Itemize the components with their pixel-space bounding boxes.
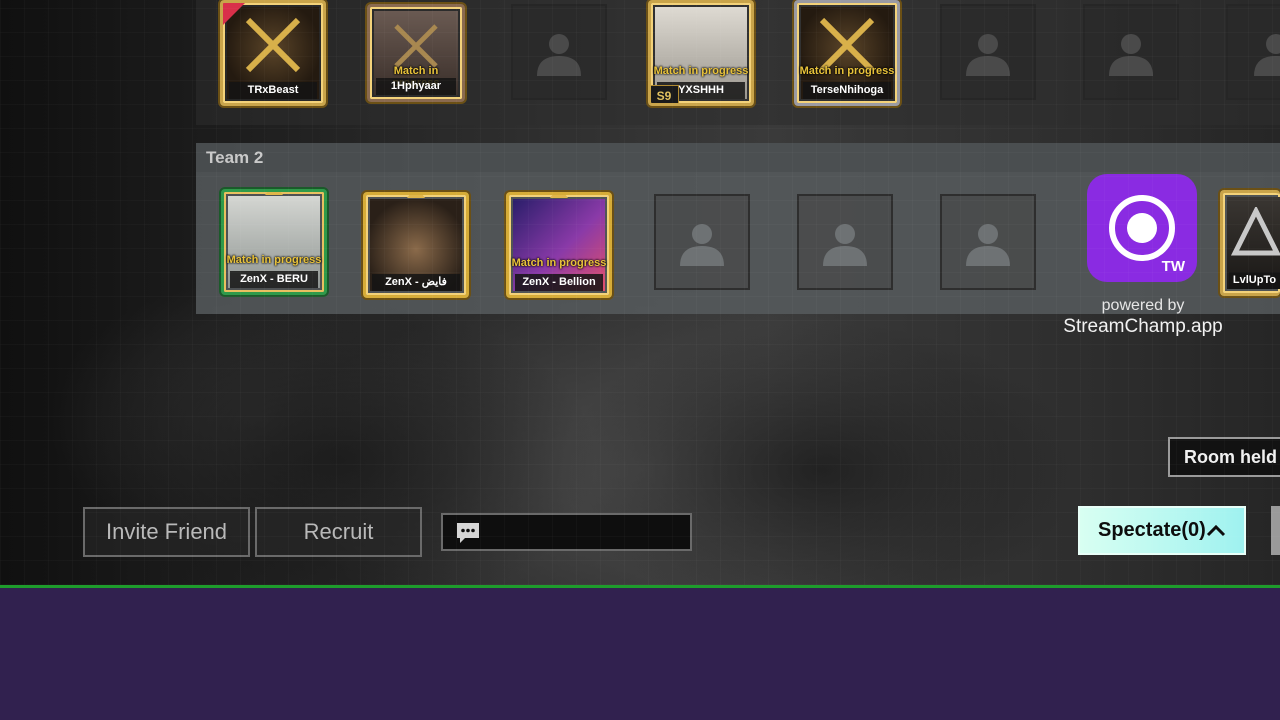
player-name: ZenX - فایض	[372, 274, 460, 291]
person-placeholder-icon	[680, 224, 724, 266]
rank-crest	[265, 192, 283, 195]
player-avatar-team2-3[interactable]: Match in progress ZenX - Bellion	[506, 192, 612, 298]
tier-badge: S9	[651, 85, 679, 103]
empty-slot[interactable]	[1083, 4, 1179, 100]
empty-slot[interactable]	[654, 194, 750, 290]
spectate-label: Spectate(0)	[1098, 519, 1206, 541]
player-name: 1Hphyaar	[376, 78, 456, 95]
person-placeholder-icon	[823, 224, 867, 266]
person-placeholder-icon	[1109, 34, 1153, 76]
player-avatar-team2-2[interactable]: ZenX - فایض	[363, 192, 469, 298]
player-status: Match in progress	[226, 254, 322, 266]
player-status: Match in progress	[653, 65, 749, 77]
empty-slot[interactable]	[511, 4, 607, 100]
crossed-swords-icon	[245, 17, 301, 73]
player-avatar-team1-1[interactable]: TRxBeast	[220, 0, 326, 106]
invite-friend-button[interactable]: Invite Friend	[83, 507, 250, 557]
game-lobby-screen: TRxBeast Match in progress 1Hphyaar Matc…	[0, 0, 1280, 585]
powered-by-text: powered by	[1101, 297, 1185, 314]
empty-slot[interactable]	[797, 194, 893, 290]
player-avatar-team1-2[interactable]: Match in progress 1Hphyaar	[367, 4, 465, 102]
chat-icon	[457, 523, 479, 543]
rank-crest	[550, 195, 568, 198]
player-name: ZenX - Bellion	[515, 274, 603, 291]
empty-slot[interactable]	[940, 4, 1036, 100]
player-avatar-team1-3[interactable]: Match in progress YXSHHH S9	[648, 0, 754, 106]
player-avatar-team1-4[interactable]: Match in progress TerseNhihoga	[794, 0, 900, 106]
player-name: TerseNhihoga	[803, 82, 891, 99]
partial-button[interactable]	[1271, 506, 1280, 555]
player-status: Match in progress	[511, 257, 607, 269]
room-held-notice: Room held fo	[1168, 437, 1280, 477]
team2-title: Team 2	[206, 148, 264, 167]
chat-input[interactable]	[441, 513, 692, 551]
player-avatar-team2-1[interactable]: Match in progress ZenX - BERU	[221, 189, 327, 295]
triangle-emblem-icon	[1231, 207, 1280, 256]
player-name: TRxBeast	[229, 82, 317, 99]
record-icon	[1109, 195, 1175, 261]
recruit-button[interactable]: Recruit	[255, 507, 422, 557]
person-placeholder-icon	[537, 34, 581, 76]
logo-text: TW	[1161, 258, 1185, 275]
spectate-button[interactable]: Spectate(0)	[1078, 506, 1246, 555]
team2-header: Team 2	[196, 143, 1280, 172]
person-placeholder-icon	[966, 34, 1010, 76]
player-name: LvlUpTo	[1229, 272, 1280, 289]
empty-slot[interactable]	[940, 194, 1036, 290]
powered-by-site: StreamChamp.app	[1063, 316, 1223, 337]
player-status: Match in progress	[799, 65, 895, 77]
player-name: ZenX - BERU	[230, 271, 318, 288]
player-avatar-team2-4[interactable]: LvlUpTo	[1220, 190, 1280, 296]
streamchamp-logo: TW	[1087, 174, 1197, 282]
stream-overlay-bar	[0, 585, 1280, 720]
rank-crest	[407, 195, 425, 198]
chevron-up-icon	[1206, 525, 1226, 537]
person-placeholder-icon	[966, 224, 1010, 266]
person-placeholder-icon	[1254, 34, 1280, 76]
empty-slot[interactable]	[1226, 4, 1280, 100]
